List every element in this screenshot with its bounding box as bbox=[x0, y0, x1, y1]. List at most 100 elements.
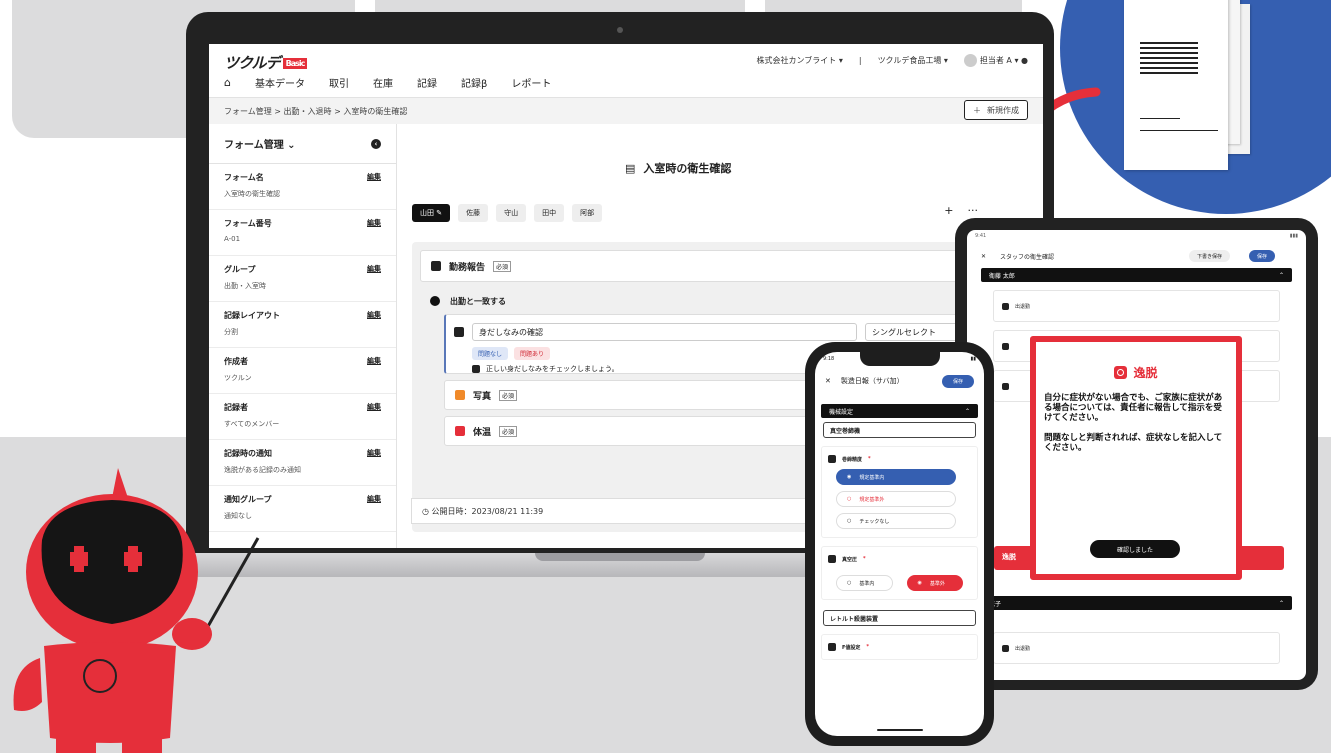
nav-item[interactable]: レポート bbox=[511, 75, 551, 90]
nav-item[interactable]: 記録 bbox=[417, 75, 437, 90]
home-icon[interactable]: ⌂ bbox=[224, 76, 231, 89]
question-text: 巻締精度 bbox=[842, 456, 863, 463]
chevron-up-icon: ⌃ bbox=[964, 407, 970, 415]
nav-item[interactable]: 記録β bbox=[461, 75, 487, 90]
question-label: 真空圧 * bbox=[828, 555, 971, 563]
save-button[interactable]: 保存 bbox=[942, 375, 974, 388]
tablet-field: 出退勤 bbox=[993, 632, 1280, 664]
checkbox-icon bbox=[1002, 382, 1009, 390]
camera bbox=[617, 27, 623, 33]
edit-link[interactable]: 編集 bbox=[367, 264, 381, 274]
logo-text: ツクルデ bbox=[224, 54, 281, 72]
publish-text: 公開日時：2023/08/21 11:39 bbox=[431, 506, 544, 516]
confirm-button[interactable]: 確認しました bbox=[1090, 540, 1180, 558]
question-text: F値設定 bbox=[842, 644, 861, 651]
type-select[interactable]: シングルセレクト bbox=[865, 323, 965, 341]
app-logo[interactable]: ツクルデ Basic bbox=[224, 52, 308, 73]
status-time: 9:18 bbox=[823, 356, 835, 362]
save-button[interactable]: 保存 bbox=[1249, 250, 1276, 262]
tab-member[interactable]: 田中 bbox=[534, 204, 565, 222]
question-input[interactable]: 身だしなみの確認 bbox=[472, 323, 857, 341]
publish-date: ◷ 公開日時：2023/08/21 11:39 bbox=[411, 498, 831, 524]
close-icon[interactable]: ‹ bbox=[371, 138, 381, 149]
tablet-field: 出退勤 bbox=[993, 290, 1280, 322]
sidebar-item-value: すべてのメンバー bbox=[224, 420, 280, 428]
edit-link[interactable]: 編集 bbox=[367, 356, 381, 366]
close-icon[interactable]: ✕ bbox=[825, 377, 831, 385]
sidebar-item-label: 記録者 bbox=[224, 403, 248, 412]
tab-member[interactable]: 佐藤 bbox=[458, 204, 489, 222]
photo-icon bbox=[455, 390, 465, 400]
add-tab-button[interactable]: + bbox=[944, 204, 953, 217]
option-label: 規定基準外 bbox=[859, 496, 885, 503]
required-badge: 必須 bbox=[499, 389, 518, 401]
staff-bar[interactable]: 花子 ⌃ bbox=[981, 596, 1292, 610]
factory-select[interactable]: ツクルデ食品工場 ▾ bbox=[878, 55, 948, 66]
sidebar-item-value: ツクルン bbox=[224, 374, 252, 382]
tab-member[interactable]: 山田 ✎ bbox=[412, 204, 451, 222]
hint-text: 正しい身だしなみをチェックしましょう。 bbox=[486, 365, 619, 373]
tab-member[interactable]: 守山 bbox=[496, 204, 527, 222]
draft-button[interactable]: 下書き保存 bbox=[1189, 250, 1231, 262]
section-header[interactable]: 勤務報告 必須 bbox=[420, 250, 974, 282]
sidebar-item-label: 作成者 bbox=[224, 357, 248, 366]
modal-text: 問題なしと判断されれば、症状なしを記入してください。 bbox=[1044, 433, 1223, 453]
staff-bar[interactable]: 衛藤 太郎 ⌃ bbox=[981, 268, 1292, 282]
option-radio[interactable]: ○ 規定基準外 bbox=[836, 491, 956, 507]
sidebar-title[interactable]: フォーム管理 ⌄ bbox=[224, 136, 296, 151]
field-label: 出退勤 bbox=[1015, 645, 1031, 652]
tab-member[interactable]: 阿部 bbox=[572, 204, 603, 222]
checkbox-icon bbox=[1002, 302, 1009, 310]
option-radio[interactable]: ◉ 規定基準内 bbox=[836, 469, 956, 485]
app-header: ツクルデ Basic ⌂ 基本データ 取引 在庫 記録 記録β レポート 株式会社… bbox=[209, 44, 1043, 98]
new-button-label: 新規作成 bbox=[987, 105, 1019, 115]
sidebar-item-value: 分割 bbox=[224, 328, 238, 336]
option-radio[interactable]: ○ チェックなし bbox=[836, 513, 956, 529]
close-icon[interactable]: ✕ bbox=[981, 253, 986, 260]
option-radio[interactable]: ◉ 基準外 bbox=[906, 575, 963, 591]
new-button[interactable]: ＋ 新規作成 bbox=[964, 100, 1028, 120]
modal-title-text: 逸脱 bbox=[1133, 366, 1158, 380]
option-row: ○ 基準内 ◉ 基準外 bbox=[836, 569, 971, 591]
option-label: 基準内 bbox=[859, 580, 875, 587]
nav-item[interactable]: 基本データ bbox=[255, 75, 305, 90]
user-menu[interactable]: 担当者 A ▾ ● bbox=[963, 54, 1028, 67]
plus-icon: ＋ bbox=[973, 105, 981, 115]
edit-link[interactable]: 編集 bbox=[367, 402, 381, 412]
chevron-up-icon: ⌃ bbox=[1278, 271, 1284, 279]
subsection-header[interactable]: 出勤と一致する bbox=[420, 288, 974, 314]
question-card: F値設定 * bbox=[821, 634, 978, 660]
required-mark: * bbox=[868, 456, 871, 462]
more-button[interactable]: ··· bbox=[968, 204, 979, 217]
checkbox-icon bbox=[1002, 644, 1009, 652]
edit-link[interactable]: 編集 bbox=[367, 494, 381, 504]
nav-item[interactable]: 在庫 bbox=[373, 75, 393, 90]
nav-item[interactable]: 取引 bbox=[329, 75, 349, 90]
modal-title: 逸脱 bbox=[1036, 364, 1236, 381]
question-label: F値設定 * bbox=[828, 643, 971, 651]
main-nav: ⌂ 基本データ 取引 在庫 記録 記録β レポート bbox=[224, 75, 551, 90]
question-label: 巻締精度 * bbox=[828, 455, 971, 463]
company-select[interactable]: 株式会社カンブライト ▾ bbox=[757, 55, 843, 66]
checkbox-icon bbox=[431, 261, 441, 271]
radio-icon: ○ bbox=[847, 580, 852, 586]
section-bar[interactable]: 機械設定 ⌃ bbox=[821, 404, 978, 418]
laptop-notch bbox=[535, 553, 705, 561]
chevron-up-icon: ⌃ bbox=[1278, 599, 1284, 607]
breadcrumb[interactable]: フォーム管理 > 出勤・入退時 > 入室時の衛生確認 bbox=[224, 106, 407, 117]
question-card: 真空圧 * ○ 基準内 ◉ 基準外 bbox=[821, 546, 978, 600]
option-chip[interactable]: 問題あり bbox=[514, 347, 551, 360]
edit-link[interactable]: 編集 bbox=[367, 218, 381, 228]
sidebar-item-value: A-01 bbox=[224, 235, 241, 243]
required-badge: 必須 bbox=[499, 425, 518, 437]
edit-link[interactable]: 編集 bbox=[367, 448, 381, 458]
collapse-icon[interactable] bbox=[430, 296, 440, 306]
edit-link[interactable]: 編集 bbox=[367, 172, 381, 182]
alert-icon bbox=[1114, 366, 1128, 379]
bell-icon[interactable]: ● bbox=[1021, 56, 1028, 65]
status-time: 9:41 bbox=[975, 233, 987, 239]
edit-link[interactable]: 編集 bbox=[367, 310, 381, 320]
option-radio[interactable]: ○ 基準内 bbox=[836, 575, 893, 591]
option-chip[interactable]: 問題なし bbox=[472, 347, 509, 360]
sidebar-item-label: 記録レイアウト bbox=[224, 311, 280, 320]
